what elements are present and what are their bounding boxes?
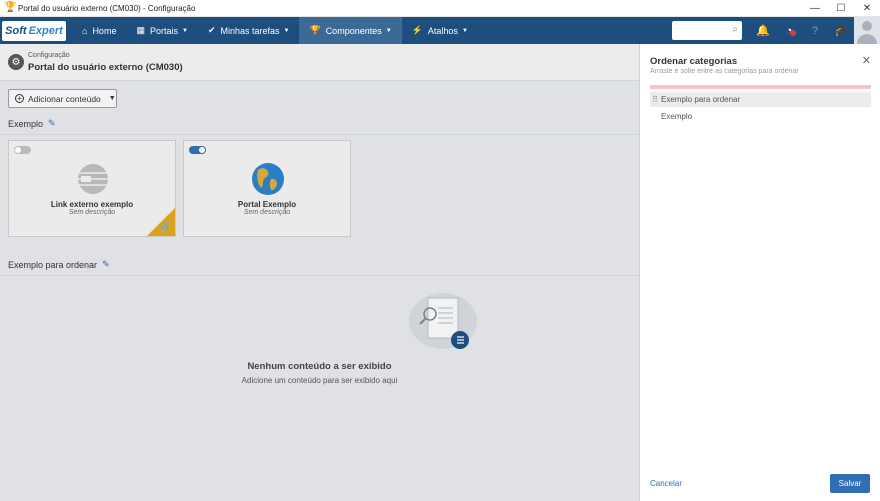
nav-atalhos-label: Atalhos bbox=[427, 25, 458, 36]
page-title: Portal do usuário externo (CM030) bbox=[28, 62, 183, 73]
section-divider bbox=[0, 134, 639, 135]
nav-home[interactable]: ⌂ Home bbox=[72, 17, 126, 44]
section-title-exemplo: Exemplo ✎ bbox=[8, 118, 56, 129]
nav-home-label: Home bbox=[92, 25, 117, 36]
globe-disabled-icon bbox=[78, 164, 108, 194]
minimize-button[interactable]: — bbox=[802, 0, 828, 17]
notification-badge bbox=[790, 30, 796, 36]
nav-componentes-label: Componentes bbox=[325, 25, 382, 36]
category-item[interactable]: ⠿ Exemplo para ordenar bbox=[650, 92, 871, 107]
card-toggle[interactable] bbox=[14, 146, 31, 154]
content-card-link-externo[interactable]: Link externo exemplo Sem descrição 🔗 bbox=[8, 140, 176, 237]
clock-notification-icon[interactable]: ◔ bbox=[776, 17, 802, 44]
nav-portais[interactable]: ▦ Portais ▼ bbox=[126, 17, 197, 44]
caret-down-icon: ▼ bbox=[461, 27, 468, 34]
content-card-portal-exemplo[interactable]: Portal Exemplo Sem descrição bbox=[183, 140, 351, 237]
logo-text-soft: Soft bbox=[5, 24, 27, 37]
plus-circle-icon: + bbox=[15, 94, 24, 103]
empty-document-icon bbox=[409, 293, 477, 349]
softexpert-logo[interactable]: Soft Expert bbox=[2, 20, 66, 41]
logo-text-expert: Expert bbox=[28, 24, 63, 37]
search-box: ⌕ bbox=[672, 21, 742, 40]
caret-down-icon: ▼ bbox=[385, 27, 392, 34]
avatar-head bbox=[862, 21, 872, 31]
caret-down-icon: ▼ bbox=[283, 27, 290, 34]
section-title-exemplo-para-ordenar: Exemplo para ordenar ✎ bbox=[8, 259, 110, 270]
caret-down-icon: ▼ bbox=[108, 95, 116, 102]
nav-portais-label: Portais bbox=[149, 25, 178, 36]
globe-icon bbox=[252, 163, 284, 195]
trophy-icon: 🏆 bbox=[309, 25, 321, 35]
empty-state-title: Nenhum conteúdo a ser exibido bbox=[247, 361, 392, 372]
card-description: Sem descrição bbox=[243, 209, 291, 216]
toggle-knob bbox=[15, 147, 21, 153]
trophy-app-icon: 🏆 bbox=[4, 2, 17, 13]
window-controls: — ☐ ✕ bbox=[802, 0, 880, 17]
graduation-cap-icon[interactable]: 🎓 bbox=[828, 17, 854, 44]
help-icon[interactable]: ? bbox=[802, 17, 828, 44]
add-content-button[interactable]: + Adicionar conteúdo ▼ bbox=[8, 89, 117, 108]
panel-title: Ordenar categorias bbox=[650, 56, 738, 67]
toggle-knob bbox=[199, 147, 205, 153]
nav-minhas-tarefas-label: Minhas tarefas bbox=[220, 25, 280, 36]
link-icon: 🔗 bbox=[159, 222, 171, 232]
close-window-button[interactable]: ✕ bbox=[854, 0, 880, 17]
section-title-label: Exemplo para ordenar bbox=[8, 259, 98, 270]
check-icon: ✔ bbox=[207, 25, 216, 35]
home-icon: ⌂ bbox=[82, 25, 88, 36]
category-item[interactable]: Exemplo bbox=[650, 109, 871, 124]
card-toggle[interactable] bbox=[189, 146, 206, 154]
order-categories-panel: Ordenar categorias Arraste e solte entre… bbox=[639, 44, 880, 501]
window-title: Portal do usuário externo (CM030) - Conf… bbox=[18, 3, 196, 13]
category-item-label: Exemplo para ordenar bbox=[661, 95, 741, 104]
nav-minhas-tarefas[interactable]: ✔ Minhas tarefas ▼ bbox=[198, 17, 300, 44]
save-button[interactable]: Salvar bbox=[830, 474, 870, 493]
close-icon[interactable]: ✕ bbox=[862, 54, 871, 67]
section-title-label: Exemplo bbox=[8, 118, 44, 129]
bell-icon[interactable]: 🔔 bbox=[750, 17, 776, 44]
drag-handle-icon[interactable]: ⠿ bbox=[650, 95, 660, 104]
section-divider bbox=[0, 275, 639, 276]
nav-componentes[interactable]: 🏆 Componentes ▼ bbox=[299, 17, 402, 44]
page-header: ⚙ Configuração Portal do usuário externo… bbox=[0, 44, 639, 81]
avatar-body bbox=[857, 34, 877, 44]
drop-indicator bbox=[650, 85, 871, 89]
panel-subtitle: Arraste e solte entre as categorias para… bbox=[650, 68, 799, 75]
maximize-button[interactable]: ☐ bbox=[828, 0, 854, 17]
nav-atalhos[interactable]: ⚡ Atalhos ▼ bbox=[402, 17, 478, 44]
search-icon[interactable]: ⌕ bbox=[732, 24, 738, 35]
main-area: ⚙ Configuração Portal do usuário externo… bbox=[0, 44, 639, 501]
caret-down-icon: ▼ bbox=[181, 27, 188, 34]
avatar[interactable] bbox=[854, 17, 880, 44]
pencil-icon[interactable]: ✎ bbox=[48, 118, 56, 129]
category-item-label: Exemplo bbox=[661, 112, 693, 121]
breadcrumb[interactable]: Configuração bbox=[28, 52, 70, 59]
add-content-label: Adicionar conteúdo bbox=[28, 93, 101, 104]
bolt-icon: ⚡ bbox=[411, 25, 423, 35]
card-title: Portal Exemplo bbox=[237, 200, 297, 209]
empty-state-subtitle: Adicione um conteúdo para ser exibido aq… bbox=[241, 376, 398, 385]
search-input[interactable] bbox=[672, 21, 724, 40]
gear-icon: ⚙ bbox=[8, 54, 24, 70]
grid-icon: ▦ bbox=[136, 25, 145, 35]
cancel-button[interactable]: Cancelar bbox=[650, 479, 682, 488]
window-titlebar: 🏆 Portal do usuário externo (CM030) - Co… bbox=[0, 0, 880, 17]
top-navbar: Soft Expert ⌂ Home ▦ Portais ▼ ✔ Minhas t… bbox=[0, 17, 880, 44]
pencil-icon[interactable]: ✎ bbox=[102, 259, 110, 270]
navbar-right: ⌕ 🔔 ◔ ? 🎓 bbox=[672, 17, 880, 44]
